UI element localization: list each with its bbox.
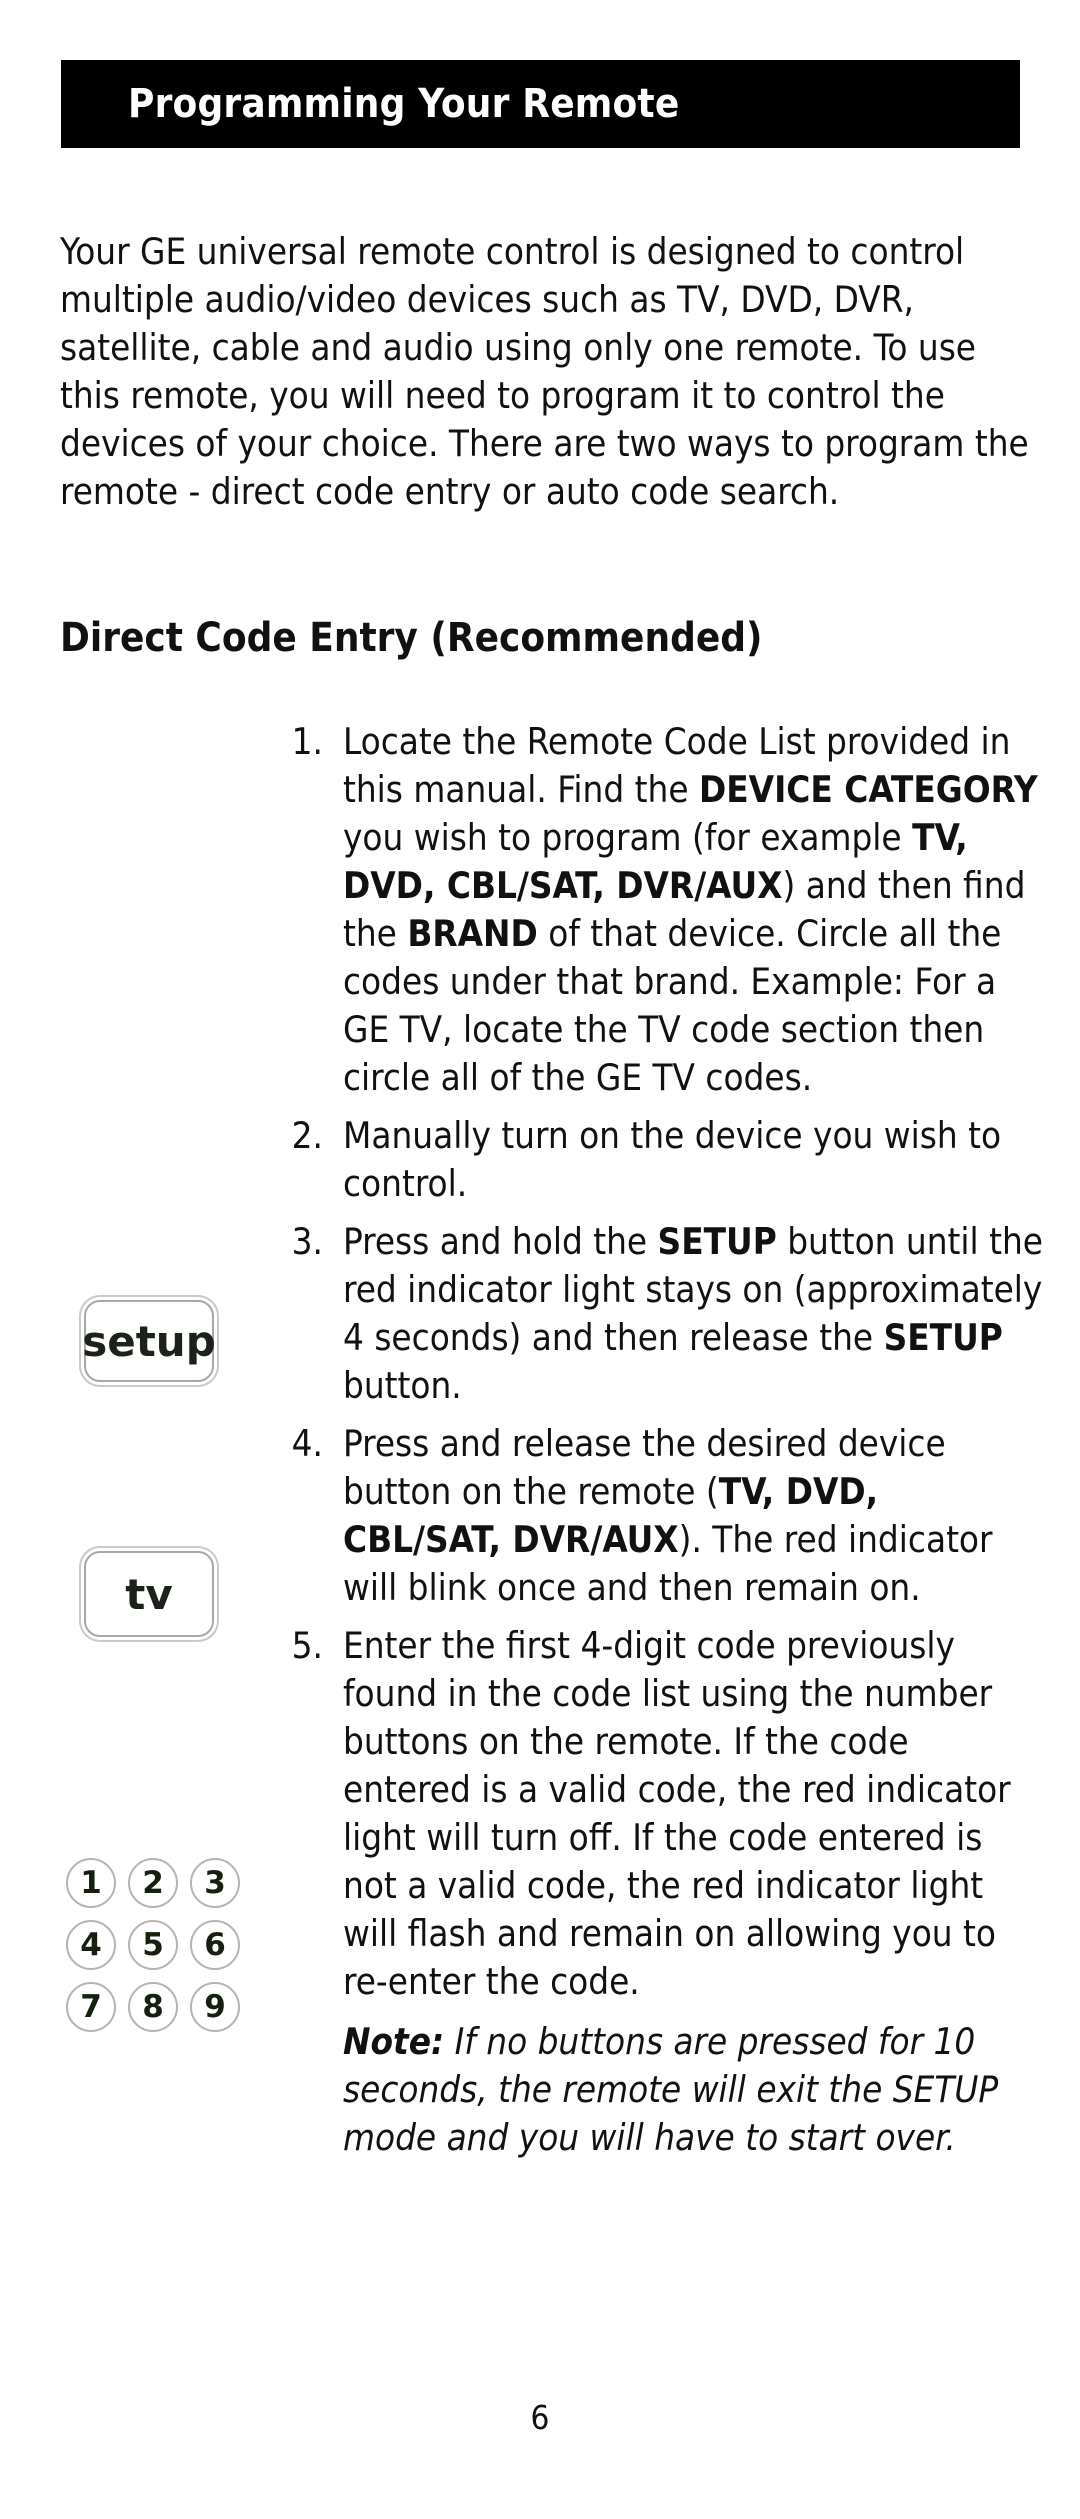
tv-button-graphic: tv	[84, 1551, 214, 1637]
step-number: 2.	[291, 1114, 323, 1157]
keypad-key-2: 2	[128, 1858, 178, 1908]
note-block: Note: If no buttons are pressed for 10 s…	[343, 2018, 1043, 2162]
manual-page: Programming Your Remote Your GE universa…	[0, 0, 1080, 2519]
step-item: 3. Press and hold the SETUP button until …	[265, 1218, 1080, 1410]
step-text: Manually turn on the device you wish to …	[343, 1114, 1002, 1205]
setup-button-graphic: setup	[82, 1300, 216, 1382]
emphasis-text: DEVICE CATEGORY	[698, 768, 1038, 811]
step-number: 3.	[291, 1220, 323, 1263]
step-text: Press and release the desired device but…	[343, 1422, 993, 1609]
number-keypad-graphic: 123 456 789	[60, 1852, 246, 2038]
intro-paragraph: Your GE universal remote control is desi…	[60, 230, 1029, 513]
step-item: 1. Locate the Remote Code List provided i…	[265, 718, 1080, 1102]
step-number: 4.	[291, 1422, 323, 1465]
tv-button-label: tv	[125, 1569, 173, 1619]
setup-button-label: setup	[82, 1316, 216, 1366]
step-text: Locate the Remote Code List provided in …	[343, 720, 1038, 1099]
step-item: 2. Manually turn on the device you wish t…	[265, 1112, 1080, 1208]
step-item: 5. Enter the first 4-digit code previousl…	[265, 1622, 1080, 2006]
page-number: 6	[530, 2398, 550, 2437]
step-number: 1.	[291, 720, 323, 763]
emphasis-text: SETUP	[883, 1316, 1003, 1359]
keypad-key-5: 5	[128, 1920, 178, 1970]
note-label: Note:	[343, 2020, 445, 2063]
page-title: Programming Your Remote	[128, 81, 680, 127]
step-item: 4. Press and release the desired device b…	[265, 1420, 1080, 1612]
keypad-key-8: 8	[128, 1982, 178, 2032]
emphasis-text: SETUP	[657, 1220, 777, 1263]
keypad-key-3: 3	[190, 1858, 240, 1908]
step-text: Press and hold the SETUP button until th…	[343, 1220, 1043, 1407]
page-header-banner: Programming Your Remote	[61, 60, 1020, 148]
step-text: Enter the first 4-digit code previously …	[343, 1624, 1011, 2003]
keypad-key-7: 7	[66, 1982, 116, 2032]
keypad-key-6: 6	[190, 1920, 240, 1970]
section-heading: Direct Code Entry (Recommended)	[60, 615, 763, 661]
keypad-key-1: 1	[66, 1858, 116, 1908]
keypad-key-9: 9	[190, 1982, 240, 2032]
emphasis-text: BRAND	[407, 912, 538, 955]
step-number: 5.	[291, 1624, 323, 1667]
keypad-key-4: 4	[66, 1920, 116, 1970]
